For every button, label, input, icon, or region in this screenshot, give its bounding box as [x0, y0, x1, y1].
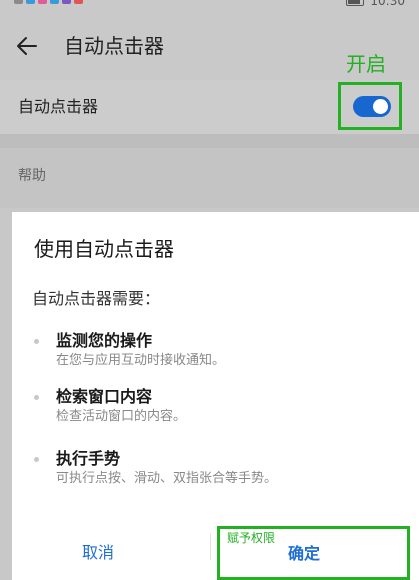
toggle-knob	[373, 99, 388, 114]
status-bar: 10:30	[0, 0, 419, 14]
help-row[interactable]: 帮助	[0, 148, 419, 208]
confirm-button[interactable]: 确定	[288, 543, 320, 565]
setting-label: 自动点击器	[18, 97, 99, 116]
notification-icon	[74, 0, 83, 4]
toggle-highlight-box	[338, 82, 402, 130]
dialog-intro: 自动点击器需要：	[32, 289, 161, 308]
bullet-icon	[34, 457, 39, 462]
enable-annotation: 开启	[346, 52, 386, 76]
notification-icon	[50, 0, 59, 4]
permission-desc: 可执行点按、滑动、双指张合等手势。	[56, 471, 278, 486]
grant-annotation: 赋予权限	[227, 531, 276, 545]
notification-icon	[14, 0, 23, 4]
notification-icon	[62, 0, 71, 4]
page-title: 自动点击器	[64, 34, 164, 58]
notification-icon	[38, 0, 47, 4]
auto-clicker-toggle[interactable]	[353, 96, 391, 117]
section-divider	[0, 134, 419, 148]
status-right: 10:30	[346, 0, 405, 8]
notification-icons	[14, 0, 83, 4]
cancel-button[interactable]: 取消	[82, 542, 114, 564]
permission-title: 监测您的操作	[56, 331, 153, 350]
notification-icon	[26, 0, 35, 4]
permission-desc: 在您与应用互动时接收通知。	[56, 353, 226, 368]
help-label: 帮助	[18, 168, 46, 184]
bullet-icon	[34, 395, 39, 400]
button-divider	[210, 534, 211, 560]
battery-icon	[346, 0, 365, 6]
bullet-icon	[34, 339, 39, 344]
arrow-left-icon[interactable]	[14, 33, 40, 59]
permission-title: 检索窗口内容	[56, 387, 153, 406]
permission-dialog: 使用自动点击器 自动点击器需要： 监测您的操作 在您与应用互动时接收通知。 检索…	[12, 212, 419, 580]
permission-desc: 检查活动窗口的内容。	[56, 409, 187, 424]
dialog-title: 使用自动点击器	[34, 237, 174, 261]
status-time: 10:30	[370, 0, 405, 8]
permission-title: 执行手势	[56, 449, 121, 468]
confirm-highlight-box: 赋予权限 确定	[217, 526, 410, 580]
